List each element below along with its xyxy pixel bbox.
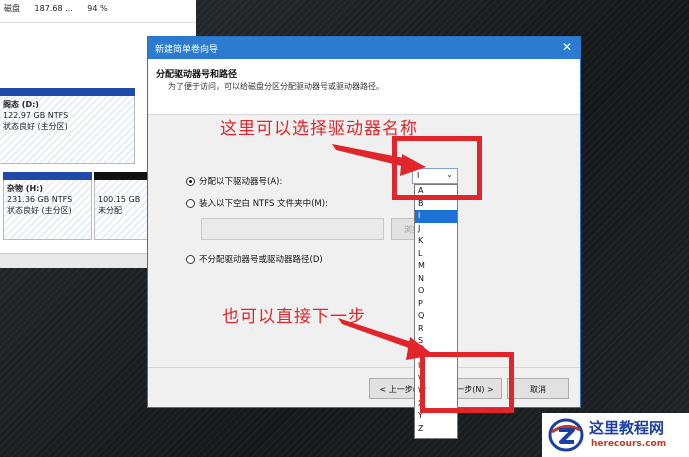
site-logo: 这里教程网 herecours.com [542,413,689,457]
logo-name: 这里教程网 [589,419,665,437]
drive-letter-option[interactable]: Z [415,423,457,436]
option-assign-letter[interactable]: 分配以下驱动器号(A): [186,175,282,187]
cancel-button[interactable]: 取消 [507,378,569,399]
radio-assign-letter[interactable] [186,176,195,186]
drive-letter-option[interactable]: O [415,285,457,298]
drive-letter-option[interactable]: M [415,260,457,273]
disk-top-row: 磁盘 187.68 ... 94 % [0,0,196,20]
drive-letter-option[interactable]: S [415,335,457,348]
wizard-header: 分配驱动器号和路径 为了便于访问，可以给磁盘分区分配驱动器号或驱动器路径。 [148,59,580,115]
disk-top-cell-3: 94 % [87,4,108,13]
radio-mount-folder[interactable] [186,198,195,208]
volume-h-status: 状态良好 (主分区) [7,206,72,215]
volume-unallocated-bar [94,172,150,180]
drive-letter-option[interactable]: Q [415,310,457,323]
volume-h-name: 杂物 (H:) [7,184,43,193]
disk-top-cell-1: 磁盘 [4,4,20,13]
wizard-titlebar[interactable]: 新建简单卷向导 ✕ [148,37,580,59]
drive-letter-option[interactable]: R [415,323,457,336]
annotation-box-dropdown [392,136,482,200]
drive-letter-option[interactable]: K [415,235,457,248]
drive-letter-option[interactable]: P [415,298,457,311]
wizard-header-title: 分配驱动器号和路径 [156,70,238,80]
option-mount-folder-label: 装入以下空白 NTFS 文件夹中(M): [199,199,328,209]
volume-d-size: 122.97 GB NTFS [3,111,69,120]
folder-path-input[interactable] [201,218,384,240]
volume-unallocated-status: 未分配 [98,206,122,215]
disk-top-cell-2: 187.68 ... [34,4,73,13]
volume-h-bar [3,172,92,180]
volume-d[interactable]: 阁态 (D:) 122.97 GB NTFS 状态良好 (主分区) [0,88,135,164]
new-simple-volume-wizard: 新建简单卷向导 ✕ 分配驱动器号和路径 为了便于访问，可以给磁盘分区分配驱动器号… [147,36,581,408]
annotation-top-text: 这里可以选择驱动器名称 [220,119,418,139]
option-mount-folder[interactable]: 装入以下空白 NTFS 文件夹中(M): [186,197,328,209]
option-no-letter-label: 不分配驱动器号或驱动器路径(D) [199,255,323,265]
volume-unallocated[interactable]: 100.15 GB 未分配 [94,172,150,240]
wizard-header-subtitle: 为了便于访问，可以给磁盘分区分配驱动器号或驱动器路径。 [168,82,384,91]
wizard-footer-divider [148,367,580,368]
volume-d-bar [0,88,135,96]
annotation-box-next [420,352,514,413]
wizard-title: 新建简单卷向导 [155,45,219,55]
drive-letter-option[interactable]: L [415,248,457,261]
drive-letter-option[interactable]: I [415,210,457,223]
logo-emblem-icon [548,418,584,452]
drive-letter-option[interactable]: J [415,223,457,236]
option-assign-letter-label: 分配以下驱动器号(A): [199,177,283,187]
radio-no-letter[interactable] [186,254,195,264]
close-icon[interactable]: ✕ [562,40,572,54]
volume-h[interactable]: 杂物 (H:) 231.36 GB NTFS 状态良好 (主分区) [3,172,92,240]
logo-url: herecours.com [591,439,667,449]
volume-unallocated-size: 100.15 GB [98,195,141,204]
volume-d-name: 阁态 (D:) [3,100,39,109]
volume-d-status: 状态良好 (主分区) [3,122,68,131]
option-no-letter[interactable]: 不分配驱动器号或驱动器路径(D) [186,253,323,265]
annotation-bottom-text: 也可以直接下一步 [222,307,366,327]
drive-letter-option[interactable]: N [415,273,457,286]
volume-h-size: 231.36 GB NTFS [7,195,73,204]
